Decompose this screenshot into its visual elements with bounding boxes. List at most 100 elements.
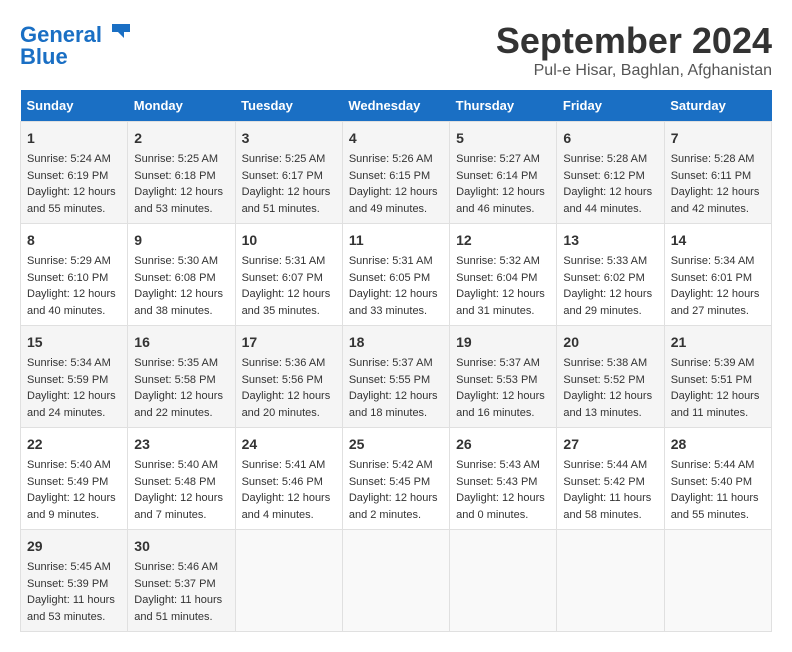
calendar-cell: 14Sunrise: 5:34 AMSunset: 6:01 PMDayligh… (664, 224, 771, 326)
day-info: Sunrise: 5:37 AM (456, 355, 550, 372)
day-number: 12 (456, 230, 550, 251)
day-info: and 4 minutes. (242, 507, 336, 524)
day-info: and 49 minutes. (349, 201, 443, 218)
day-number: 8 (27, 230, 121, 251)
day-info: Daylight: 12 hours (27, 286, 121, 303)
day-info: Sunset: 5:51 PM (671, 372, 765, 389)
day-number: 4 (349, 128, 443, 149)
day-info: Daylight: 12 hours (563, 184, 657, 201)
day-number: 30 (134, 536, 228, 557)
calendar-cell: 13Sunrise: 5:33 AMSunset: 6:02 PMDayligh… (557, 224, 664, 326)
page-header: General Blue September 2024 Pul-e Hisar,… (20, 20, 772, 80)
day-info: and 53 minutes. (134, 201, 228, 218)
day-info: Daylight: 12 hours (134, 388, 228, 405)
day-info: Sunset: 6:15 PM (349, 168, 443, 185)
day-info: and 13 minutes. (563, 405, 657, 422)
day-info: Daylight: 12 hours (671, 286, 765, 303)
day-info: Sunrise: 5:34 AM (671, 253, 765, 270)
header-monday: Monday (128, 90, 235, 122)
calendar-cell: 4Sunrise: 5:26 AMSunset: 6:15 PMDaylight… (342, 122, 449, 224)
day-number: 7 (671, 128, 765, 149)
logo: General Blue (20, 20, 132, 70)
day-info: Sunset: 5:59 PM (27, 372, 121, 389)
calendar-cell (664, 530, 771, 632)
day-info: Daylight: 11 hours (134, 592, 228, 609)
day-info: Daylight: 12 hours (349, 490, 443, 507)
day-info: and 46 minutes. (456, 201, 550, 218)
calendar-cell: 6 Sunrise: 5:28 AMSunset: 6:12 PMDaylight… (557, 122, 664, 224)
day-info: and 35 minutes. (242, 303, 336, 320)
day-number: 17 (242, 332, 336, 353)
day-info: Sunrise: 5:25 AM (242, 151, 336, 168)
calendar-cell: 18Sunrise: 5:37 AMSunset: 5:55 PMDayligh… (342, 326, 449, 428)
day-info: and 55 minutes. (27, 201, 121, 218)
day-info: Sunset: 5:48 PM (134, 474, 228, 491)
day-number: 3 (242, 128, 336, 149)
day-info: Daylight: 12 hours (456, 184, 550, 201)
day-info: Daylight: 12 hours (242, 286, 336, 303)
calendar-cell: 9Sunrise: 5:30 AMSunset: 6:08 PMDaylight… (128, 224, 235, 326)
day-info: Sunset: 6:19 PM (27, 168, 121, 185)
day-info: and 58 minutes. (563, 507, 657, 524)
calendar-cell: 29Sunrise: 5:45 AMSunset: 5:39 PMDayligh… (21, 530, 128, 632)
day-info: Sunrise: 5:31 AM (242, 253, 336, 270)
day-info: Sunrise: 5:37 AM (349, 355, 443, 372)
day-info: Sunset: 5:49 PM (27, 474, 121, 491)
day-number: 6 (563, 128, 657, 149)
calendar-week-row: 29Sunrise: 5:45 AMSunset: 5:39 PMDayligh… (21, 530, 772, 632)
day-info: Daylight: 12 hours (242, 388, 336, 405)
day-info: Sunrise: 5:28 AM (671, 151, 765, 168)
calendar-subtitle: Pul-e Hisar, Baghlan, Afghanistan (496, 62, 772, 80)
day-number: 15 (27, 332, 121, 353)
header-tuesday: Tuesday (235, 90, 342, 122)
day-info: Sunset: 6:07 PM (242, 270, 336, 287)
day-info: Sunset: 5:52 PM (563, 372, 657, 389)
day-info: and 51 minutes. (242, 201, 336, 218)
day-info: Sunset: 5:56 PM (242, 372, 336, 389)
day-info: Sunrise: 5:35 AM (134, 355, 228, 372)
calendar-week-row: 8Sunrise: 5:29 AMSunset: 6:10 PMDaylight… (21, 224, 772, 326)
day-number: 20 (563, 332, 657, 353)
calendar-cell: 30Sunrise: 5:46 AMSunset: 5:37 PMDayligh… (128, 530, 235, 632)
day-info: Daylight: 11 hours (27, 592, 121, 609)
header-thursday: Thursday (450, 90, 557, 122)
calendar-week-row: 22 Sunrise: 5:40 AMSunset: 5:49 PM Dayligh… (21, 428, 772, 530)
day-info: and 2 minutes. (349, 507, 443, 524)
day-info: Sunrise: 5:25 AM (134, 151, 228, 168)
day-number: 5 (456, 128, 550, 149)
calendar-cell: 11Sunrise: 5:31 AMSunset: 6:05 PMDayligh… (342, 224, 449, 326)
day-number: 27 (563, 434, 657, 455)
day-info: Sunrise: 5:43 AM (456, 457, 550, 474)
calendar-cell: 17Sunrise: 5:36 AMSunset: 5:56 PMDayligh… (235, 326, 342, 428)
day-number: 21 (671, 332, 765, 353)
day-info: and 0 minutes. (456, 507, 550, 524)
calendar-header-row: Sunday Monday Tuesday Wednesday Thursday… (21, 90, 772, 122)
day-info: Sunset: 5:37 PM (134, 576, 228, 593)
day-number: 22 (27, 434, 121, 455)
day-info: Sunrise: 5:40 AM (27, 457, 121, 474)
day-info: and 53 minutes. (27, 609, 121, 626)
day-info: Sunrise: 5:34 AM (27, 355, 121, 372)
day-info: Daylight: 11 hours (563, 490, 657, 507)
day-info: Sunrise: 5:28 AM (563, 151, 657, 168)
day-number: 28 (671, 434, 765, 455)
day-info: Daylight: 12 hours (671, 184, 765, 201)
day-info: Sunset: 6:12 PM (563, 168, 657, 185)
calendar-cell: 19Sunrise: 5:37 AMSunset: 5:53 PMDayligh… (450, 326, 557, 428)
day-info: Sunrise: 5:33 AM (563, 253, 657, 270)
day-info: Daylight: 12 hours (349, 388, 443, 405)
day-info: and 29 minutes. (563, 303, 657, 320)
calendar-cell: 27Sunrise: 5:44 AMSunset: 5:42 PMDayligh… (557, 428, 664, 530)
calendar-cell: 24Sunrise: 5:41 AMSunset: 5:46 PMDayligh… (235, 428, 342, 530)
day-info: Sunrise: 5:32 AM (456, 253, 550, 270)
day-info: and 38 minutes. (134, 303, 228, 320)
day-info: Sunset: 6:05 PM (349, 270, 443, 287)
calendar-cell: 26Sunrise: 5:43 AMSunset: 5:43 PMDayligh… (450, 428, 557, 530)
day-number: 11 (349, 230, 443, 251)
day-number: 10 (242, 230, 336, 251)
day-info: Sunset: 5:39 PM (27, 576, 121, 593)
day-info: Daylight: 12 hours (349, 286, 443, 303)
day-info: Sunset: 5:40 PM (671, 474, 765, 491)
day-info: and 20 minutes. (242, 405, 336, 422)
day-info: Sunset: 6:11 PM (671, 168, 765, 185)
